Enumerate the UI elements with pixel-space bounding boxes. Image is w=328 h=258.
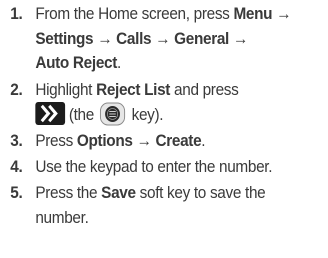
- arrow: →: [155, 29, 171, 48]
- step-4-line-1: Use the keypad to enter the number.: [35, 158, 273, 176]
- step-text: key).: [127, 105, 164, 124]
- step-number: 1.: [10, 5, 23, 23]
- step-3-line-1: Press Options → Create.: [35, 129, 205, 154]
- step-5-line-1: Press the Save soft key to save the: [35, 181, 265, 206]
- step-2: 2. Highlight Reject List and press (the …: [0, 78, 239, 128]
- step-5: 5. Press the Save soft key to save the n…: [0, 181, 265, 230]
- save-label: Save: [101, 184, 136, 202]
- step-5-line-2: number.: [35, 208, 89, 227]
- step-text: .: [201, 132, 206, 150]
- step-2-line-2: (the key).: [35, 102, 238, 128]
- step-text: .: [117, 54, 121, 72]
- step-1-line-3: Auto Reject.: [35, 51, 291, 76]
- settings-label: Settings: [35, 29, 94, 48]
- options-label: Options: [76, 132, 133, 150]
- step-1-line-2: Settings → Calls → General →: [35, 27, 291, 52]
- step-4: 4. Use the keypad to enter the number.: [0, 155, 272, 180]
- auto-reject-label: Auto Reject: [35, 54, 118, 72]
- menu-label: Menu: [233, 5, 273, 23]
- arrow: →: [136, 132, 152, 150]
- step-number: 2.: [10, 81, 23, 99]
- step-text: (the: [68, 105, 98, 124]
- ok-key-icon: [100, 102, 126, 126]
- step-1-line-1: From the Home screen, press Menu →: [35, 2, 291, 27]
- arrow: →: [276, 5, 292, 23]
- step-2-line-1: Highlight Reject List and press: [35, 78, 238, 103]
- step-3: 3. Press Options → Create.: [0, 129, 205, 154]
- step-text: Press the: [35, 184, 102, 202]
- calls-label: Calls: [116, 29, 152, 48]
- step-number: 5.: [10, 184, 23, 202]
- step-number: 3.: [10, 132, 23, 150]
- step-text: Highlight: [35, 81, 97, 99]
- create-label: Create: [155, 132, 202, 150]
- arrow: →: [232, 29, 248, 48]
- arrow: →: [97, 29, 113, 48]
- reject-list-label: Reject List: [96, 81, 171, 99]
- general-label: General: [174, 29, 229, 48]
- instructions-document: 1. From the Home screen, press Menu → Se…: [0, 0, 328, 258]
- step-number: 4.: [10, 158, 23, 176]
- step-1: 1. From the Home screen, press Menu → Se…: [0, 2, 291, 76]
- step-text: Press: [35, 132, 77, 150]
- step-text: and press: [170, 81, 239, 99]
- step-text: soft key to save the: [135, 184, 266, 202]
- navigation-right-key-icon: [35, 102, 66, 126]
- step-text: From the Home screen, press: [35, 5, 234, 23]
